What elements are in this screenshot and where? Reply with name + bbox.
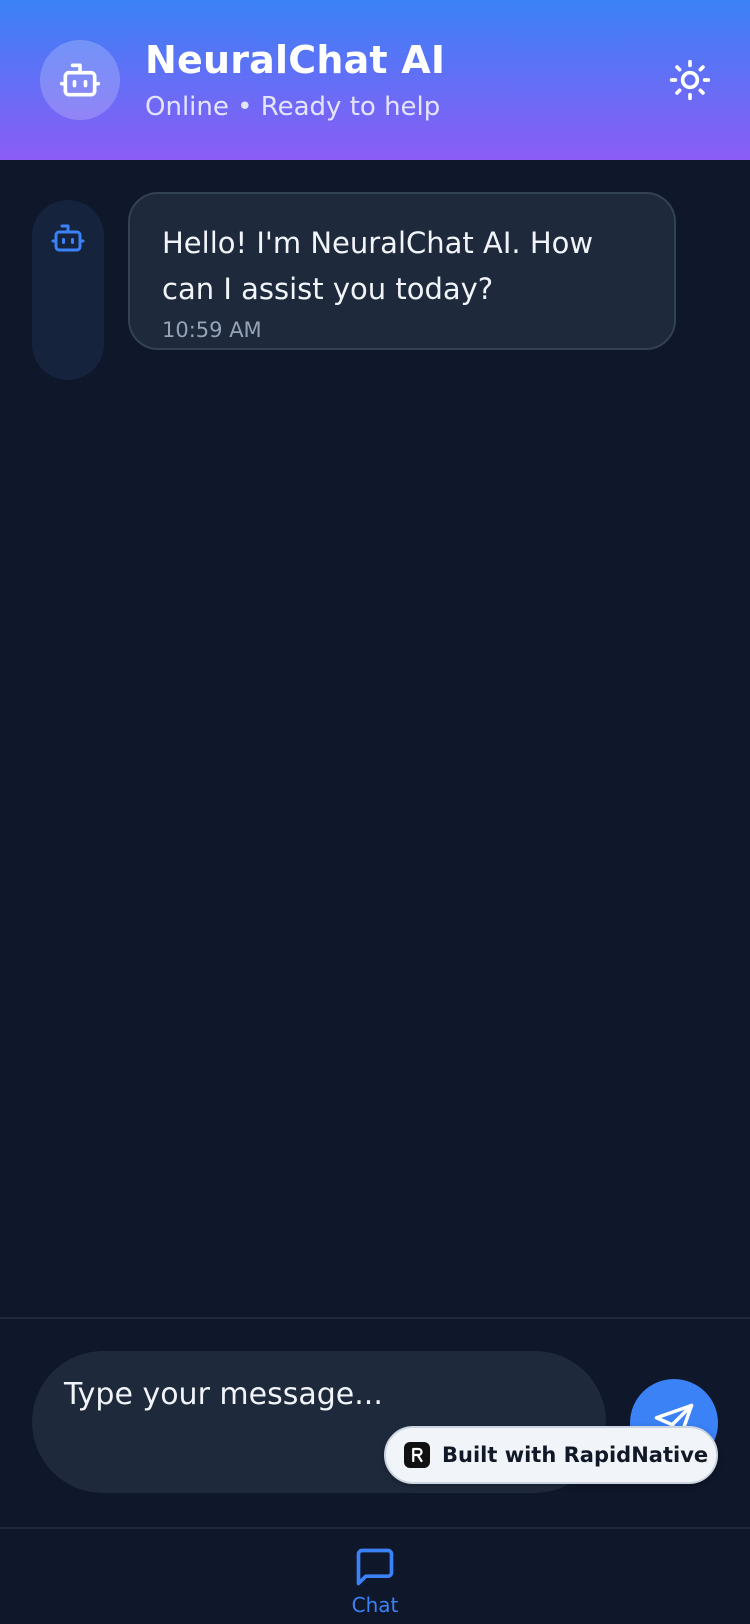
built-with-label: Built with RapidNative [442, 1443, 709, 1467]
robot-icon [59, 63, 101, 97]
bottom-tab-bar: Chat [0, 1527, 750, 1624]
message-timestamp: 10:59 AM [162, 318, 262, 342]
tab-chat[interactable]: Chat [325, 1545, 425, 1624]
tab-chat-label: Chat [351, 1593, 399, 1617]
message-composer: Built with RapidNative [0, 1317, 750, 1527]
built-with-badge[interactable]: Built with RapidNative [384, 1426, 718, 1484]
chat-bubble-icon [356, 1548, 394, 1586]
chat-title: NeuralChat AI [145, 38, 446, 82]
message-list[interactable]: Hello! I'm NeuralChat AI. How can I assi… [0, 160, 750, 1317]
bot-avatar [32, 200, 104, 380]
bot-avatar-header [40, 40, 120, 120]
rapidnative-logo-icon [404, 1442, 430, 1468]
chat-status: Online • Ready to help [145, 92, 441, 122]
chat-header: NeuralChat AI Online • Ready to help [0, 0, 750, 160]
theme-toggle-button[interactable] [666, 56, 714, 104]
message-text: Hello! I'm NeuralChat AI. How can I assi… [162, 226, 594, 306]
message-bubble: Hello! I'm NeuralChat AI. How can I assi… [128, 192, 676, 350]
robot-icon [51, 224, 85, 252]
sun-icon [669, 59, 711, 101]
